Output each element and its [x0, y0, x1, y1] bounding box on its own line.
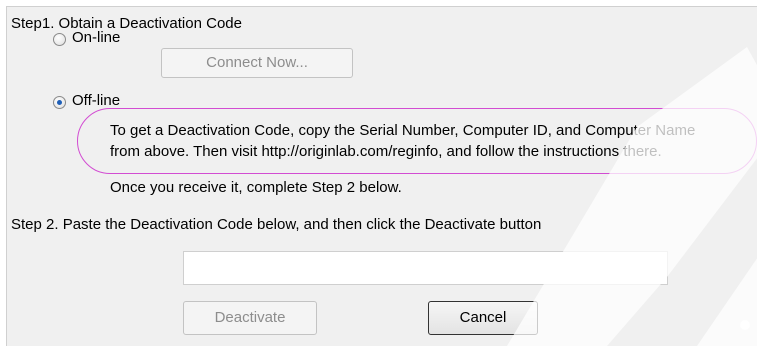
followup-text: Once you receive it, complete Step 2 bel…	[110, 179, 402, 196]
instructions-line-1: To get a Deactivation Code, copy the Ser…	[110, 122, 696, 139]
deactivate-button[interactable]: Deactivate	[183, 301, 317, 335]
offline-radio[interactable]	[53, 96, 66, 109]
online-radio[interactable]	[53, 33, 66, 46]
connect-now-button[interactable]: Connect Now...	[161, 48, 353, 78]
watermark-graphic	[507, 47, 757, 346]
cancel-button[interactable]: Cancel	[428, 301, 538, 335]
deactivation-panel: Step1. Obtain a Deactivation Code On-lin…	[6, 6, 757, 346]
offline-label[interactable]: Off-line	[72, 92, 120, 109]
online-label[interactable]: On-line	[72, 29, 120, 46]
deactivation-code-input[interactable]	[183, 251, 668, 285]
step1-heading: Step1. Obtain a Deactivation Code	[11, 15, 242, 32]
instructions-line-2: from above. Then visit http://originlab.…	[110, 143, 662, 160]
step2-heading: Step 2. Paste the Deactivation Code belo…	[11, 216, 542, 233]
